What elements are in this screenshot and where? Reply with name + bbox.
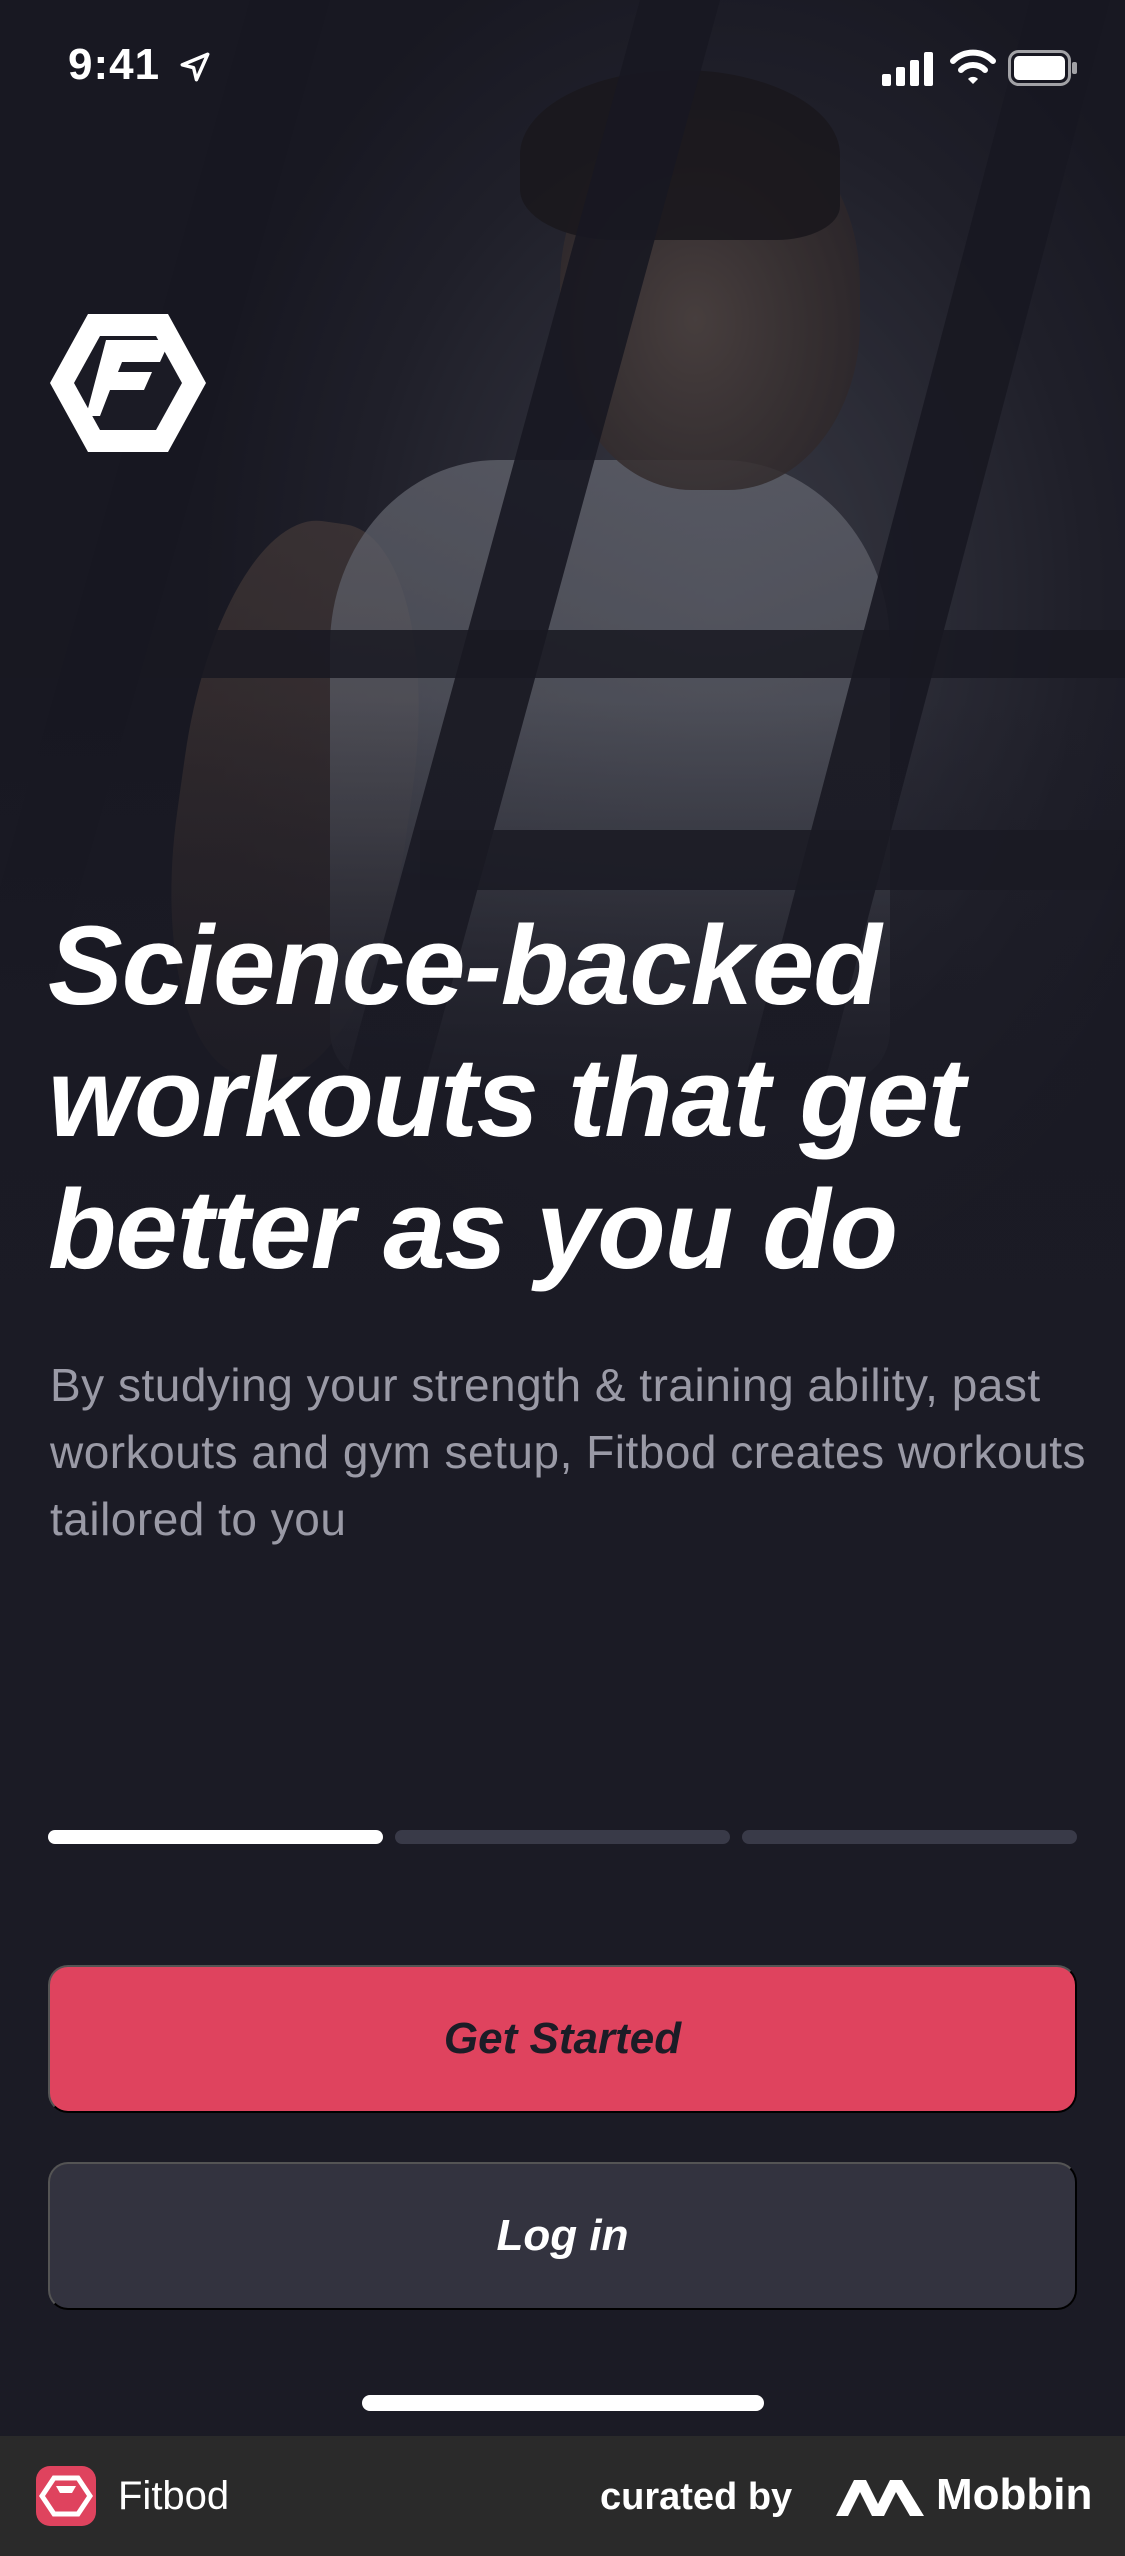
get-started-button[interactable]: Get Started bbox=[48, 1965, 1077, 2113]
battery-icon bbox=[1008, 50, 1077, 86]
page-indicator-segment bbox=[742, 1830, 1077, 1844]
page-indicator-segment-active bbox=[48, 1830, 383, 1844]
onboarding-screen: 9:41 Science-backed workouts that get be… bbox=[0, 0, 1125, 2436]
onboarding-page-indicator bbox=[48, 1830, 1077, 1844]
location-arrow-icon bbox=[180, 52, 210, 82]
curation-footer: Fitbod curated by Mobbin bbox=[0, 2436, 1125, 2556]
status-time: 9:41 bbox=[68, 40, 161, 89]
status-bar: 9:41 bbox=[0, 0, 1125, 140]
cellular-signal-icon bbox=[882, 52, 933, 86]
footer-curator-name: Mobbin bbox=[936, 2470, 1093, 2519]
page-indicator-segment bbox=[395, 1830, 730, 1844]
fitbod-mini-logo-icon bbox=[38, 2475, 94, 2517]
wifi-icon bbox=[950, 49, 996, 84]
fitbod-hexagon-logo-icon bbox=[50, 314, 206, 452]
mobbin-logo-icon bbox=[836, 2480, 924, 2516]
footer-curated-label: curated by bbox=[600, 2476, 793, 2518]
home-indicator[interactable] bbox=[362, 2395, 764, 2411]
fitbod-app-icon bbox=[36, 2466, 96, 2526]
hero-description: By studying your strength & training abi… bbox=[50, 1359, 1086, 1545]
log-in-button[interactable]: Log in bbox=[48, 2162, 1077, 2310]
footer-app-name: Fitbod bbox=[118, 2474, 230, 2518]
hero-headline: Science-backed workouts that get better … bbox=[48, 903, 965, 1292]
